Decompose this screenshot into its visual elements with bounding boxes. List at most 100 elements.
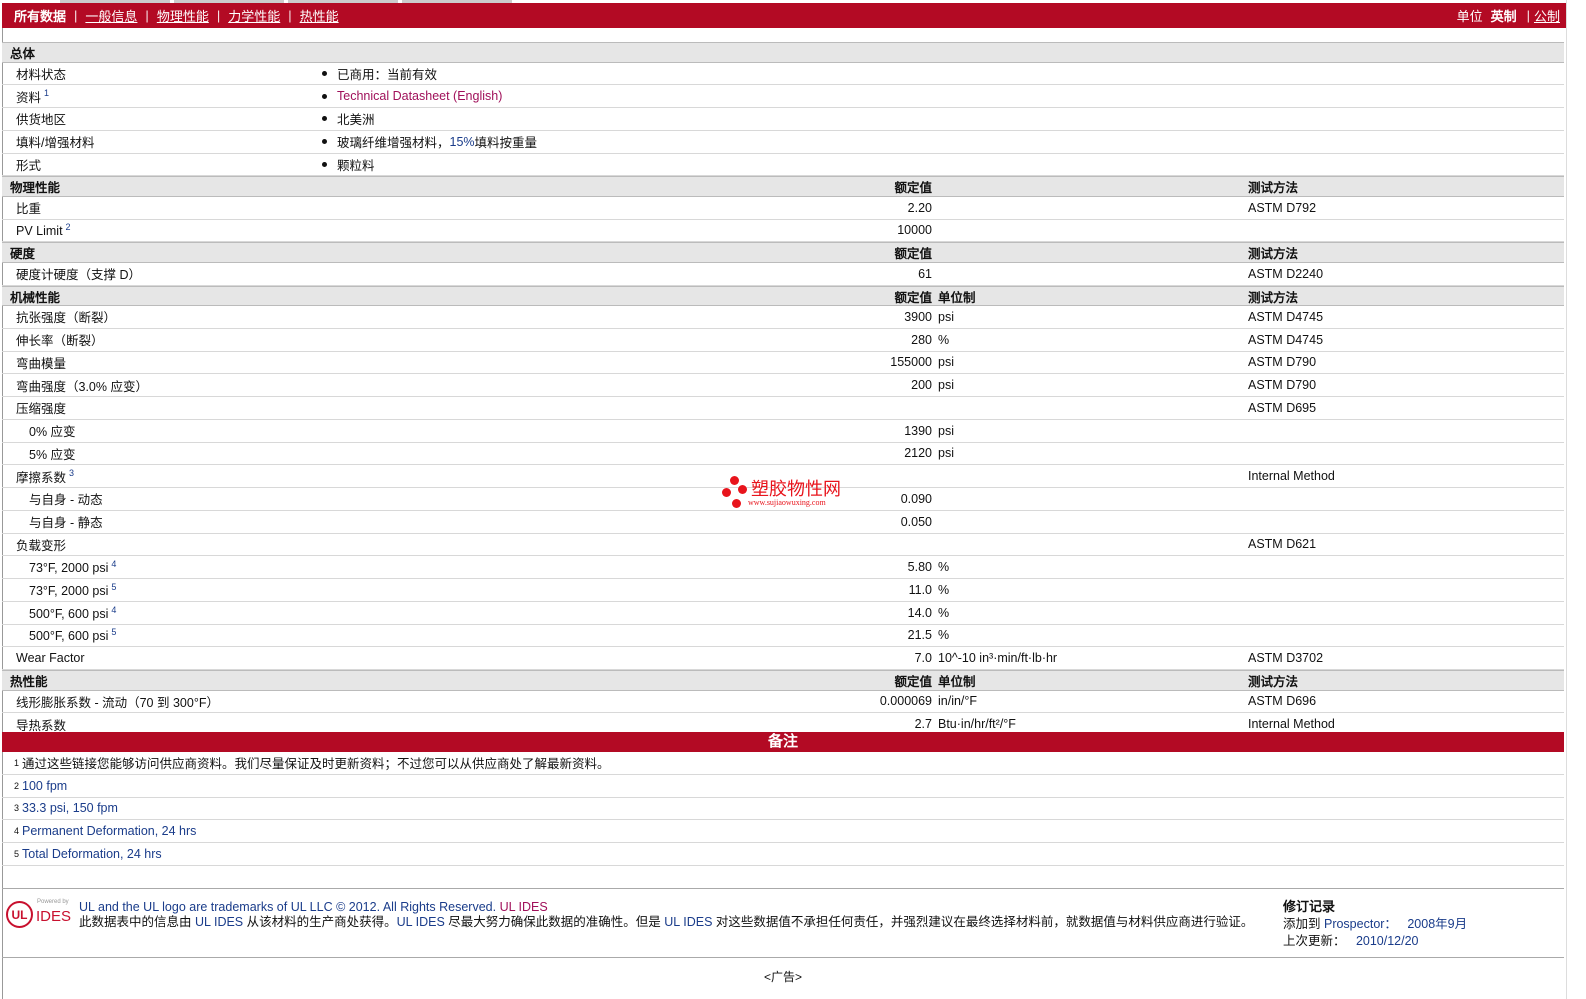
property-label: 伸长率（断裂） — [2, 330, 322, 349]
test-method: ASTM D695 — [1248, 400, 1317, 415]
nav-physical[interactable]: 物理性能 — [157, 6, 209, 25]
property-value: 北美洲 — [322, 109, 1564, 128]
property-label: 资料 1 — [2, 87, 322, 106]
note-text: Permanent Deformation, 24 hrs — [22, 824, 197, 839]
label-text: 与自身 - 静态 — [29, 516, 103, 531]
property-label: 负载变形 — [2, 535, 322, 554]
property-label: 抗张强度（断裂） — [2, 307, 322, 326]
label-text: 形式 — [16, 158, 42, 173]
property-value: 玻璃纤维增强材料， 15% 填料按重量 — [322, 132, 1564, 151]
property-value: 2.7 — [914, 717, 932, 732]
trademark-text: UL and the UL logo are trademarks of UL … — [79, 900, 497, 914]
general-row: 资料 1 Technical Datasheet (English) — [2, 85, 1564, 108]
datasheet-link[interactable]: Technical Datasheet (English) — [337, 89, 502, 103]
footnote-ref[interactable]: 1 — [44, 88, 49, 98]
label-text: 供货地区 — [16, 113, 67, 128]
ul-ides-text: UL IDES — [194, 915, 244, 929]
nav-thermal[interactable]: 热性能 — [300, 6, 339, 25]
test-method: ASTM D3702 — [1248, 651, 1324, 666]
general-row: 供货地区 北美洲 — [2, 108, 1564, 131]
label-text: 硬度计硬度（支撑 D） — [16, 268, 142, 283]
note-number: 4 — [14, 826, 20, 837]
property-value: 0.000069 — [879, 694, 932, 709]
property-value: 280 — [911, 332, 932, 347]
property-label: 与自身 - 动态 — [2, 489, 322, 508]
note-number: 3 — [14, 803, 20, 814]
col-test-method: 测试方法 — [1248, 181, 1299, 196]
label-text: 0% 应变 — [29, 425, 76, 440]
unit-metric-link[interactable]: 公制 — [1534, 6, 1560, 25]
property-value: Technical Datasheet (English) — [322, 89, 1564, 103]
property-value: 已商用：当前有效 — [322, 64, 1564, 83]
ul-ides-logo[interactable]: UL Powered by IDES — [6, 899, 72, 928]
col-test-method: 测试方法 — [1248, 675, 1299, 689]
property-label: 500°F, 600 psi 5 — [2, 627, 322, 643]
footnote-ref[interactable]: 5 — [111, 582, 116, 592]
ul-ides-link[interactable]: UL IDES — [500, 900, 548, 914]
revision-title: 修订记录 — [1283, 899, 1336, 914]
property-row: PV Limit 2 10000 — [2, 220, 1564, 243]
footnote-ref[interactable]: 4 — [111, 559, 116, 569]
test-method: ASTM D2240 — [1248, 266, 1324, 281]
value-percent: 15% — [449, 134, 475, 149]
property-label: 500°F, 600 psi 4 — [2, 605, 322, 621]
nav-mechanical[interactable]: 力学性能 — [228, 6, 280, 25]
label-text: 500°F, 600 psi — [29, 629, 109, 644]
advertisement-label[interactable]: <广告> — [0, 968, 1566, 985]
property-label: 形式 — [2, 155, 322, 174]
property-row: 0% 应变 1390 psi — [2, 420, 1564, 443]
note-item: 4 Permanent Deformation, 24 hrs — [2, 820, 1564, 844]
property-value: 11.0 — [908, 582, 932, 597]
note-item: 5 Total Deformation, 24 hrs — [2, 843, 1564, 866]
label-text: 填料/增强材料 — [16, 136, 95, 151]
property-row: 线形膨胀系数 - 流动（70 到 300°F） 0.000069 in/in/°F A… — [2, 691, 1564, 714]
section-title: 物理性能 — [10, 181, 61, 196]
value-text: 已商用：当前有效 — [337, 67, 438, 82]
test-method: Internal Method — [1248, 717, 1335, 732]
property-label: 弯曲模量 — [2, 353, 322, 372]
section-header: 热性能 额定值 单位制 测试方法 — [2, 670, 1564, 691]
added-date: 2008年9月 — [1407, 917, 1468, 931]
footnote-ref[interactable]: 5 — [111, 627, 116, 637]
property-row: 500°F, 600 psi 5 21.5% — [2, 625, 1564, 648]
property-unit: psi — [938, 355, 954, 370]
ides-logo-text: IDES — [36, 908, 72, 925]
footnote-ref[interactable]: 3 — [69, 468, 74, 478]
label-text: PV Limit — [16, 224, 63, 239]
label-text: 导热系数 — [16, 718, 67, 733]
property-label: Wear Factor — [2, 651, 322, 665]
property-value: 14.0 — [907, 605, 932, 620]
label-text: 摩擦系数 — [16, 470, 67, 485]
unit-switch: 单位 英制 | 公制 — [1456, 6, 1560, 25]
property-row: 摩擦系数 3 Internal Method — [2, 465, 1564, 488]
property-unit: % — [938, 332, 950, 347]
label-text: Wear Factor — [16, 651, 85, 666]
property-row: 73°F, 2000 psi 5 11.0% — [2, 579, 1564, 602]
property-label: 73°F, 2000 psi 4 — [2, 559, 322, 575]
label-text: 弯曲强度（3.0% 应变） — [16, 379, 148, 394]
section-title: 总体 — [10, 47, 36, 61]
nav-all-data: 所有数据 — [14, 9, 67, 24]
property-value: 2.20 — [907, 200, 932, 215]
footnote-ref[interactable]: 4 — [111, 605, 116, 615]
col-test-method: 测试方法 — [1248, 247, 1299, 262]
property-label: 压缩强度 — [2, 398, 322, 417]
label-text: 资料 — [16, 90, 42, 105]
powered-by: Powered by — [37, 899, 69, 905]
test-method: ASTM D621 — [1248, 537, 1317, 552]
property-unit: psi — [938, 446, 954, 461]
label-text: 压缩强度 — [16, 402, 67, 417]
note-number: 2 — [14, 780, 20, 791]
section-title: 机械性能 — [10, 290, 61, 305]
value-text: 颗粒料 — [337, 158, 375, 173]
nav-general[interactable]: 一般信息 — [85, 6, 137, 25]
scrollbar[interactable] — [1566, 0, 1586, 999]
property-row: 500°F, 600 psi 4 14.0% — [2, 602, 1564, 625]
units-label: 单位 — [1456, 9, 1483, 24]
property-label: 5% 应变 — [2, 444, 322, 463]
datasheet-table: 总体 材料状态 已商用：当前有效 资料 1 Technical Datasheet (En… — [2, 42, 1564, 736]
property-value: 200 — [911, 378, 932, 393]
footnote-ref[interactable]: 2 — [66, 222, 71, 232]
label-text: 抗张强度（断裂） — [16, 311, 117, 326]
property-row: 伸长率（断裂） 280% ASTM D4745 — [2, 329, 1564, 352]
